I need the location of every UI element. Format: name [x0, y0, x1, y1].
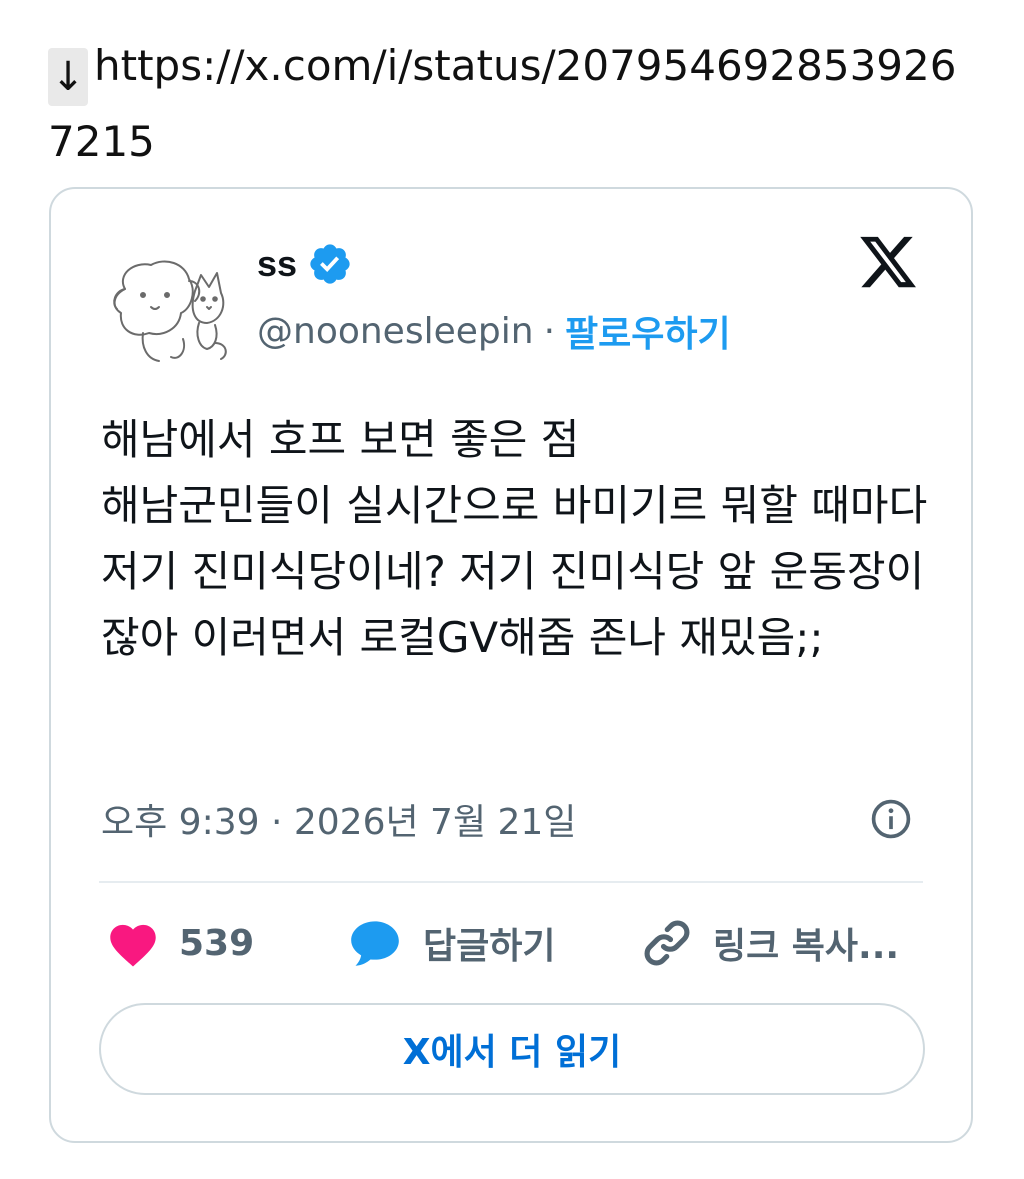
copy-link-button[interactable]: 링크 복사... [639, 915, 899, 971]
reply-button[interactable]: 답글하기 [345, 915, 555, 971]
reply-label: 답글하기 [423, 926, 556, 967]
display-name[interactable]: ss [257, 243, 297, 285]
like-button[interactable]: 539 [105, 915, 254, 971]
tweet-url[interactable]: https://x.com/i/status/20795469285392672… [48, 41, 956, 166]
action-bar: 539 답글하기 링크 복사... [101, 915, 931, 971]
like-count: 539 [179, 922, 255, 964]
display-name-row[interactable]: ss [257, 241, 353, 287]
link-icon [644, 920, 690, 966]
info-icon[interactable] [869, 797, 913, 841]
divider [99, 881, 923, 883]
x-logo-icon[interactable] [855, 231, 921, 293]
down-arrow-icon: ↓ [48, 48, 88, 106]
tweet-text: 해남에서 호프 보면 좋은 점 해남군민들이 실시간으로 바미기르 뭐할 때마다… [101, 415, 928, 662]
separator-dot: · [543, 310, 556, 352]
copy-link-label: 링크 복사... [713, 926, 900, 967]
tweet-url-line[interactable]: ↓ https://x.com/i/status/2079546928539267… [48, 30, 978, 178]
speech-bubble-icon [351, 921, 399, 966]
user-handle[interactable]: @noonesleepin [257, 311, 534, 352]
verified-badge-icon [310, 244, 350, 284]
heart-icon [110, 924, 156, 967]
avatar[interactable] [103, 251, 233, 371]
follow-button[interactable]: 팔로우하기 [565, 305, 731, 357]
tweet-embed-card[interactable]: ss @noonesleepin · 팔로우하기 해남에서 호프 보면 좋은 점… [49, 187, 973, 1143]
read-more-label: X에서 더 읽기 [402, 1032, 622, 1073]
read-more-button[interactable]: X에서 더 읽기 [99, 1003, 925, 1095]
tweet-timestamp[interactable]: 오후 9:39 · 2026년 7월 21일 [101, 793, 576, 845]
handle-row: @noonesleepin · 팔로우하기 [257, 305, 731, 357]
